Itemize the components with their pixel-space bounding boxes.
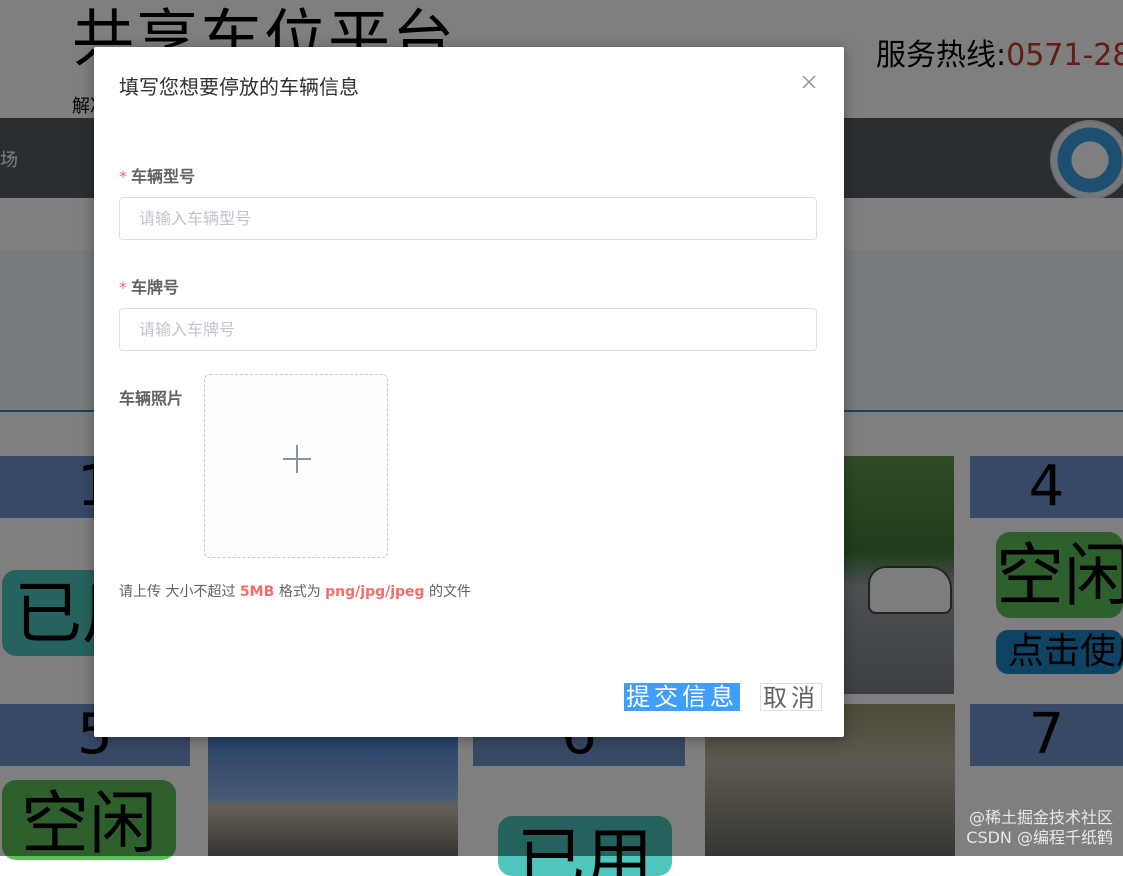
cancel-button[interactable]: 取消	[760, 683, 822, 712]
plus-icon	[283, 445, 311, 473]
required-mark: *	[119, 278, 127, 297]
upload-tip-prefix: 请上传 大小不超过	[119, 584, 240, 600]
plate-number-input[interactable]	[119, 308, 817, 351]
plate-number-label: * 车牌号	[119, 274, 179, 298]
dialog-title: 填写您想要停放的车辆信息	[119, 75, 359, 99]
upload-tip: 请上传 大小不超过 5MB 格式为 png/jpg/jpeg 的文件	[119, 581, 471, 601]
vehicle-info-dialog: 填写您想要停放的车辆信息 *车辆型号 *车牌号 车辆照片 请上传 大小不超过 5…	[94, 47, 844, 737]
upload-size-limit: 5MB	[239, 584, 275, 600]
photo-upload-box[interactable]	[204, 374, 388, 558]
vehicle-model-label-text: 车辆型号	[131, 167, 196, 186]
watermark: @稀土掘金技术社区 CSDN @编程千纸鹤	[966, 808, 1113, 848]
vehicle-photo-label: 车辆照片	[119, 389, 184, 408]
close-icon[interactable]	[800, 73, 818, 91]
watermark-line: CSDN @编程千纸鹤	[966, 828, 1113, 847]
vehicle-model-label: * 车辆型号	[119, 163, 195, 187]
vehicle-model-input[interactable]	[119, 197, 817, 240]
upload-formats: png/jpg/jpeg	[325, 584, 425, 600]
watermark-line: @稀土掘金技术社区	[968, 808, 1113, 827]
plate-number-label-text: 车牌号	[131, 278, 180, 297]
upload-tip-middle: 格式为	[274, 584, 326, 600]
submit-button[interactable]: 提交信息	[624, 683, 740, 711]
required-mark: *	[119, 167, 127, 186]
upload-tip-suffix: 的文件	[424, 584, 472, 600]
